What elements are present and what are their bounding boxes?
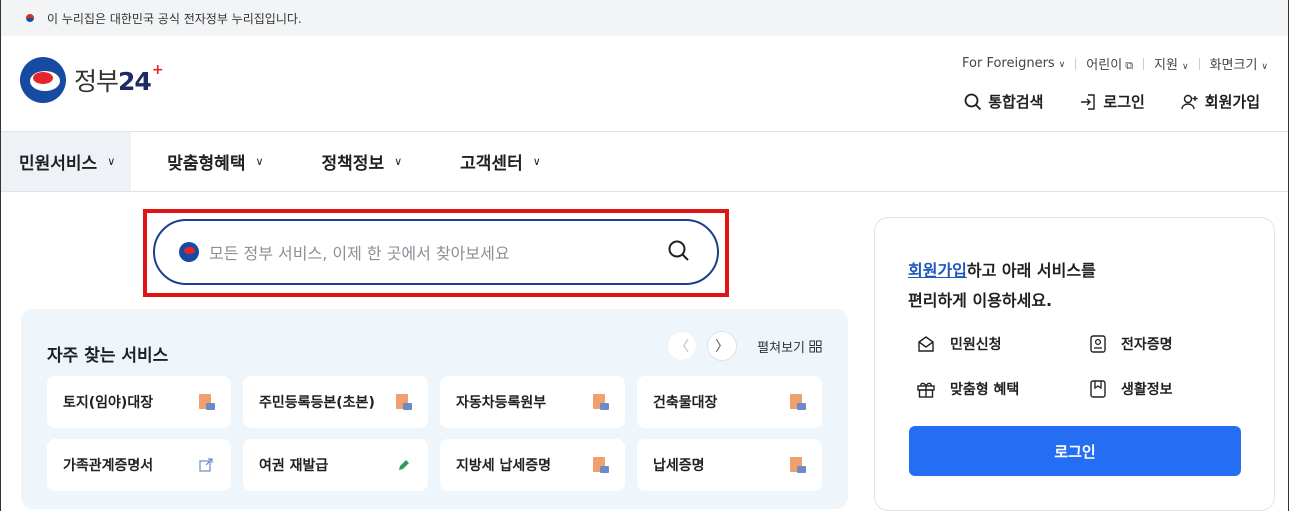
service-tile[interactable]: 자동차등록원부 — [440, 376, 625, 428]
service-tile[interactable]: 납세증명 — [637, 439, 822, 491]
gov-symbol-icon — [179, 242, 199, 262]
external-link-icon — [199, 458, 213, 472]
login-link[interactable]: 로그인 — [1079, 91, 1145, 112]
service-custom-benefits[interactable]: 맞춤형 혜택 — [916, 379, 1019, 399]
document-icon — [396, 394, 412, 410]
document-icon — [593, 394, 609, 410]
signup-inline-link[interactable]: 회원가입 — [908, 261, 967, 280]
chevron-down-icon: ∨ — [1261, 62, 1268, 72]
search-icon — [964, 93, 982, 110]
service-tile[interactable]: 주민등록등본(초본) — [243, 376, 428, 428]
frequent-services-grid: 토지(임야)대장 주민등록등본(초본) 자동차등록원부 건축물대장 가족관계증명… — [47, 376, 822, 491]
next-button[interactable]: 〉 — [707, 331, 738, 361]
main-nav: 민원서비스 ∨ 맞춤형혜택 ∨ 정책정보 ∨ 고객센터 ∨ — [1, 132, 1288, 192]
frequent-services-controls: 〈 〉 펼쳐보기 — [667, 331, 822, 361]
nav-civil-service[interactable]: 민원서비스 ∨ — [1, 132, 132, 191]
nav-policy-info[interactable]: 정책정보 ∨ — [300, 132, 425, 191]
chevron-down-icon: ∨ — [107, 155, 116, 168]
pencil-icon — [399, 460, 409, 470]
service-tile[interactable]: 지방세 납세증명 — [440, 439, 625, 491]
search-placeholder: 모든 정부 서비스, 이제 한 곳에서 찾아보세요 — [209, 244, 510, 263]
korea-flag-icon — [23, 13, 37, 23]
member-message: 회원가입하고 아래 서비스를 편리하게 이용하세요. — [908, 261, 1096, 310]
frequent-services-title: 자주 찾는 서비스 — [47, 346, 169, 366]
bookmark-icon — [1090, 380, 1106, 398]
login-icon — [1081, 93, 1096, 110]
kids-link[interactable]: 어린이 ⧉ — [1086, 54, 1133, 73]
service-tile[interactable]: 여권 재발급 — [243, 439, 428, 491]
login-button[interactable]: 로그인 — [909, 426, 1241, 476]
service-e-certificate[interactable]: 전자증명 — [1089, 334, 1173, 354]
gift-icon — [917, 382, 935, 398]
service-tile[interactable]: 토지(임야)대장 — [47, 376, 231, 428]
header-actions: 통합검색 로그인 회원가입 — [964, 91, 1260, 112]
grid-icon — [809, 340, 822, 352]
search-icon[interactable] — [667, 239, 691, 263]
search-highlight-box: 모든 정부 서비스, 이제 한 곳에서 찾아보세요 — [143, 209, 729, 297]
service-civil-application[interactable]: 민원신청 — [916, 334, 1002, 354]
logo-text: 정부24+ — [74, 62, 164, 96]
chevron-down-icon: ∨ — [394, 155, 403, 168]
document-icon — [593, 457, 609, 473]
logo[interactable]: 정부24+ — [20, 57, 164, 103]
id-card-icon — [1090, 335, 1106, 353]
integrated-search-button[interactable]: 통합검색 — [964, 91, 1043, 112]
chevron-down-icon: ∨ — [532, 155, 541, 168]
gov-banner-text: 이 누리집은 대한민국 공식 전자정부 누리집입니다. — [47, 11, 302, 26]
service-life-info[interactable]: 생활정보 — [1089, 379, 1173, 399]
support-menu[interactable]: 지원 ∨ — [1154, 54, 1189, 73]
prev-button[interactable]: 〈 — [667, 331, 698, 361]
chevron-down-icon: ∨ — [255, 155, 264, 168]
document-icon — [199, 394, 215, 410]
member-panel: 회원가입하고 아래 서비스를 편리하게 이용하세요. 민원신청 전자증명 맞춤형… — [874, 217, 1275, 511]
service-tile[interactable]: 가족관계증명서 — [47, 439, 231, 491]
mail-icon — [918, 336, 934, 352]
user-add-icon — [1181, 94, 1198, 109]
chevron-down-icon: ∨ — [1058, 60, 1066, 70]
main-search-input[interactable]: 모든 정부 서비스, 이제 한 곳에서 찾아보세요 — [153, 219, 719, 285]
expand-all-button[interactable]: 펼쳐보기 — [757, 337, 822, 356]
service-tile[interactable]: 건축물대장 — [637, 376, 822, 428]
utility-menu: For Foreigners ∨ 어린이 ⧉ 지원 ∨ 화면크기 ∨ — [962, 54, 1268, 73]
screen-size-menu[interactable]: 화면크기 ∨ — [1210, 54, 1268, 73]
gov-banner: 이 누리집은 대한민국 공식 전자정부 누리집입니다. — [1, 0, 1288, 36]
signup-link[interactable]: 회원가입 — [1181, 91, 1260, 112]
document-icon — [790, 457, 806, 473]
gov-symbol-icon — [20, 57, 66, 103]
header: 정부24+ For Foreigners ∨ 어린이 ⧉ 지원 ∨ 화면크기 ∨ 통합검… — [1, 36, 1288, 132]
nav-customer-center[interactable]: 고객센터 ∨ — [438, 132, 563, 191]
nav-custom-benefits[interactable]: 맞춤형혜택 ∨ — [145, 132, 285, 191]
for-foreigners-menu[interactable]: For Foreigners ∨ — [962, 56, 1065, 71]
frequent-services-panel: 자주 찾는 서비스 〈 〉 펼쳐보기 토지(임야)대장 주민등록등본(초본) 자… — [21, 309, 848, 509]
external-link-icon: ⧉ — [1125, 59, 1134, 72]
document-icon — [790, 394, 806, 410]
chevron-down-icon: ∨ — [1181, 62, 1189, 72]
